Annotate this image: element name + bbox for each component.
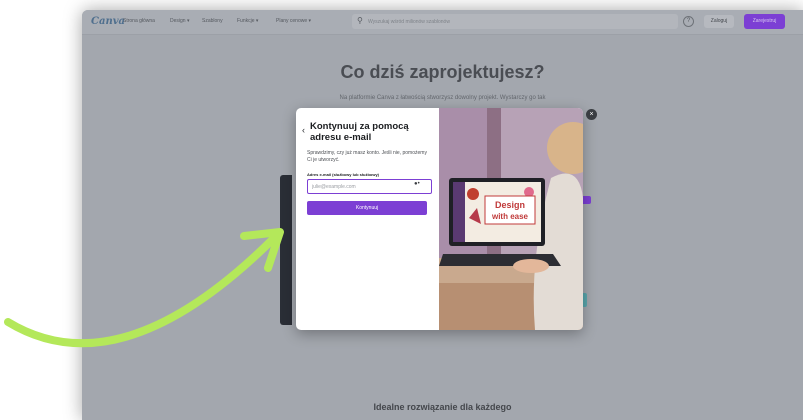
curved-arrow-icon xyxy=(4,228,284,348)
